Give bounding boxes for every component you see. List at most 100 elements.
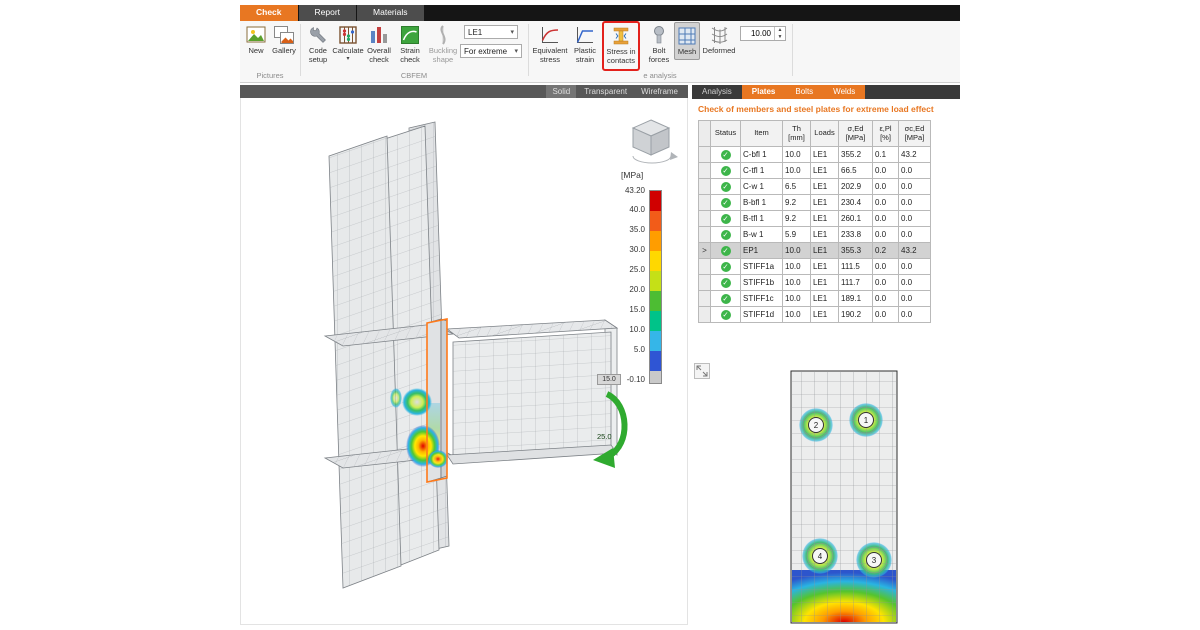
status-ok-icon: ✓ — [721, 214, 731, 224]
thickness-cell: 6.5 — [783, 179, 811, 195]
extreme-filter-value: For extreme — [464, 47, 507, 56]
table-row[interactable]: ✓ B-bfl 1 9.2 LE1 230.4 0.0 0.0 — [699, 195, 931, 211]
view-cube[interactable] — [633, 120, 678, 163]
deformed-scale-spinner[interactable]: 10.00 ▲▼ — [740, 26, 786, 41]
table-row[interactable]: ✓ B-tfl 1 9.2 LE1 260.1 0.0 0.0 — [699, 211, 931, 227]
cbfem-group-label: CBFEM — [300, 71, 528, 80]
buckling-shape-label: Buckling shape — [426, 47, 460, 64]
legend-min-value: -0.10 — [623, 375, 645, 384]
col-sigma-ed: σ,Ed [MPa] — [839, 121, 873, 147]
loads-cell: LE1 — [811, 259, 839, 275]
buckling-shape-icon — [432, 23, 454, 47]
thickness-cell: 10.0 — [783, 147, 811, 163]
table-row[interactable]: ✓ STIFF1c 10.0 LE1 189.1 0.0 0.0 — [699, 291, 931, 307]
ribbon-tab-bar: Check Report Materials — [240, 5, 960, 21]
abacus-icon — [337, 23, 359, 47]
legend-tick: 30.0 — [609, 245, 645, 254]
table-row[interactable]: ✓ STIFF1b 10.0 LE1 111.7 0.0 0.0 — [699, 275, 931, 291]
loads-cell: LE1 — [811, 195, 839, 211]
tab-report[interactable]: Report — [299, 5, 357, 21]
equivalent-stress-button[interactable]: Equivalent stress — [532, 23, 568, 64]
strain-check-button[interactable]: Strain check — [396, 23, 424, 64]
sigma-ed-cell: 111.5 — [839, 259, 873, 275]
strain-check-icon — [399, 23, 421, 47]
mesh-icon — [676, 24, 698, 48]
sigma-c-ed-cell: 0.0 — [899, 275, 931, 291]
tab-bolts[interactable]: Bolts — [785, 85, 823, 99]
group-divider — [300, 24, 301, 76]
sigma-ed-cell: 355.2 — [839, 147, 873, 163]
status-ok-icon: ✓ — [721, 166, 731, 176]
eps-pl-cell: 0.0 — [873, 291, 899, 307]
new-picture-button[interactable]: New — [244, 23, 268, 56]
spinner-down-icon[interactable]: ▼ — [775, 34, 785, 41]
item-cell: B-bfl 1 — [741, 195, 783, 211]
new-picture-icon — [245, 23, 267, 47]
row-marker — [699, 195, 711, 211]
results-tab-bar: Analysis Plates Bolts Welds — [692, 85, 960, 99]
table-row[interactable]: ✓ STIFF1a 10.0 LE1 111.5 0.0 0.0 — [699, 259, 931, 275]
sigma-c-ed-cell: 0.0 — [899, 227, 931, 243]
extreme-filter-select[interactable]: For extreme ▾ — [460, 44, 522, 58]
spinner-arrows[interactable]: ▲▼ — [774, 27, 785, 40]
sigma-ed-cell: 355.3 — [839, 243, 873, 259]
thickness-cell: 9.2 — [783, 195, 811, 211]
deformed-button[interactable]: Deformed — [702, 23, 736, 56]
table-row[interactable]: ✓ C-tfl 1 10.0 LE1 66.5 0.0 0.0 — [699, 163, 931, 179]
status-ok-icon: ✓ — [721, 278, 731, 288]
equivalent-stress-label: Equivalent stress — [532, 47, 568, 64]
row-marker — [699, 307, 711, 323]
status-ok-icon: ✓ — [721, 230, 731, 240]
thickness-cell: 10.0 — [783, 163, 811, 179]
calculate-label: Calculate — [332, 47, 363, 56]
tab-check[interactable]: Check — [240, 5, 298, 21]
status-cell: ✓ — [711, 195, 741, 211]
table-row[interactable]: ✓ C-w 1 6.5 LE1 202.9 0.0 0.0 — [699, 179, 931, 195]
tab-welds[interactable]: Welds — [823, 85, 865, 99]
tab-analysis[interactable]: Analysis — [692, 85, 742, 99]
buckling-shape-button[interactable]: Buckling shape — [426, 23, 460, 64]
bolt-number: 1 — [864, 416, 869, 425]
code-setup-button[interactable]: Code setup — [304, 23, 332, 64]
gallery-label: Gallery — [272, 47, 296, 56]
eps-pl-cell: 0.0 — [873, 211, 899, 227]
gallery-button[interactable]: Gallery — [270, 23, 298, 56]
table-row[interactable]: ✓ C-bfl 1 10.0 LE1 355.2 0.1 43.2 — [699, 147, 931, 163]
overall-check-button[interactable]: Overall check — [364, 23, 394, 64]
item-cell: EP1 — [741, 243, 783, 259]
viewport-3d[interactable]: 25.0 [MPa] 43.20 40.035.030.025.020.015.… — [240, 98, 688, 625]
table-row[interactable]: ✓ STIFF1d 10.0 LE1 190.2 0.0 0.0 — [699, 307, 931, 323]
tab-plates[interactable]: Plates — [742, 85, 786, 99]
calculate-button[interactable]: Calculate ▾ — [334, 23, 362, 63]
bolt-forces-button[interactable]: Bolt forces — [646, 23, 672, 64]
stress-in-contacts-button[interactable]: Stress in contacts — [602, 21, 640, 71]
thickness-cell: 9.2 — [783, 211, 811, 227]
deformed-scale-value: 10.00 — [741, 27, 774, 40]
status-cell: ✓ — [711, 163, 741, 179]
calculate-dropdown-arrow: ▾ — [346, 56, 349, 63]
table-row[interactable]: ✓ B-w 1 5.9 LE1 233.8 0.0 0.0 — [699, 227, 931, 243]
row-marker — [699, 163, 711, 179]
col-eps-pl: ε,Pl [%] — [873, 121, 899, 147]
load-case-select[interactable]: LE1 ▾ — [464, 25, 518, 39]
item-cell: C-w 1 — [741, 179, 783, 195]
eps-pl-cell: 0.2 — [873, 243, 899, 259]
view-mode-solid[interactable]: Solid — [546, 85, 576, 98]
tab-materials[interactable]: Materials — [357, 5, 423, 21]
status-cell: ✓ — [711, 243, 741, 259]
item-cell: STIFF1b — [741, 275, 783, 291]
loads-cell: LE1 — [811, 291, 839, 307]
loads-cell: LE1 — [811, 179, 839, 195]
view-mode-transparent[interactable]: Transparent — [578, 85, 633, 98]
eps-pl-cell: 0.0 — [873, 259, 899, 275]
table-row[interactable]: > ✓ EP1 10.0 LE1 355.3 0.2 43.2 — [699, 243, 931, 259]
status-cell: ✓ — [711, 307, 741, 323]
expand-detail-button[interactable] — [694, 363, 710, 379]
expand-icon — [696, 365, 708, 377]
plate-detail-view[interactable]: 1 2 3 4 — [788, 368, 900, 626]
group-divider — [528, 24, 529, 76]
sigma-c-ed-cell: 0.0 — [899, 259, 931, 275]
mesh-button[interactable]: Mesh — [674, 22, 700, 60]
view-mode-wireframe[interactable]: Wireframe — [635, 85, 684, 98]
plastic-strain-button[interactable]: Plastic strain — [570, 23, 600, 64]
